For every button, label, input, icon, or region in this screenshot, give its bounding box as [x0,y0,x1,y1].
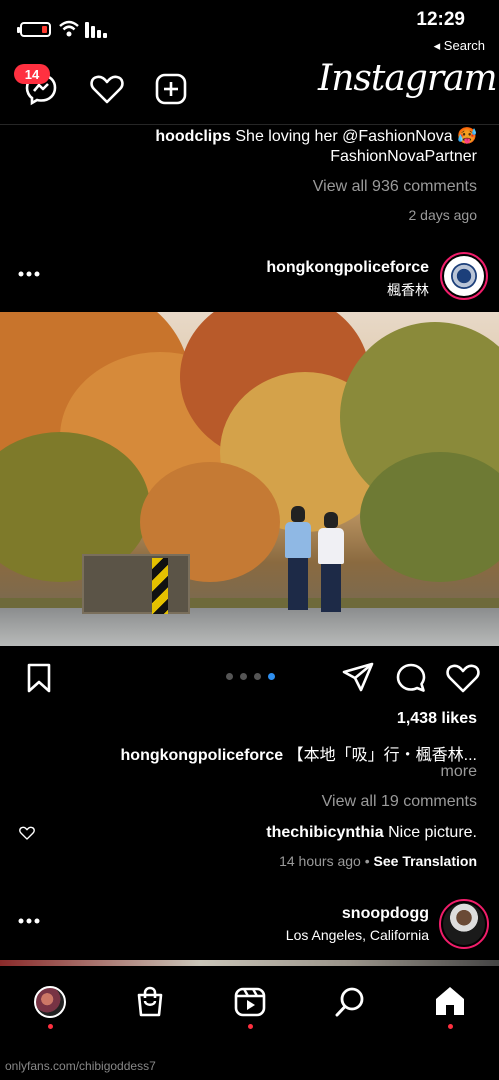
prev-post-caption-user[interactable]: hoodclips [155,128,231,145]
comment-user[interactable]: thechibicynthia [266,824,383,841]
header-divider [0,124,499,125]
wifi-icon [59,20,79,37]
post-meta-row: 14 hours ago • See Translation [279,853,477,869]
see-translation-link[interactable]: See Translation [374,853,477,869]
prev-post-caption: hoodclips She loving her @FashionNova 🥵 [155,126,477,146]
home-notification-dot [448,1024,453,1029]
carousel-dot-active [268,673,275,680]
reels-icon[interactable] [234,987,266,1017]
post-author-avatar[interactable] [440,252,488,300]
save-bookmark-icon[interactable] [26,663,52,693]
profile-notification-dot [48,1024,53,1029]
prev-post-time: 2 days ago [408,207,478,223]
post-photo[interactable] [0,312,499,646]
post-view-comments[interactable]: View all 19 comments [322,793,477,811]
next-post-author-avatar[interactable] [439,899,489,949]
post-caption: hongkongpoliceforce 【本地「吸」行・楓香林... [121,741,477,765]
instagram-logo[interactable]: Instagram [318,58,498,99]
post-caption-more[interactable]: more [441,763,477,781]
officer-figure [285,506,311,610]
post-location[interactable]: 楓香林 [387,280,429,300]
reels-notification-dot [248,1024,253,1029]
comment-text: Nice picture. [388,824,477,841]
shop-bag-icon[interactable] [135,986,165,1018]
post-likes-count[interactable]: 1,438 likes [397,710,477,728]
carousel-dot [240,673,247,680]
messages-count-badge: 14 [14,64,50,84]
battery-icon [17,22,51,37]
search-explore-icon[interactable] [335,987,365,1017]
prev-post-caption-line2: FashionNovaPartner [330,148,477,165]
status-time: 12:29 [416,9,465,30]
share-send-icon[interactable] [342,662,374,692]
next-post-location[interactable]: Los Angeles, California [286,927,429,943]
next-post-username[interactable]: snoopdogg [342,905,429,923]
back-to-search-link[interactable]: ◂ Search [434,38,485,54]
carousel-dot [254,673,261,680]
officer-figure [318,512,344,612]
heart-activity-icon[interactable] [90,74,124,104]
next-post-more-options-icon[interactable] [18,917,40,925]
profile-tab-avatar[interactable] [34,986,66,1018]
prev-post-view-comments[interactable]: View all 936 comments [313,178,477,196]
post-caption-text: 【本地「吸」行・楓香林... [287,747,477,764]
hazard-stripes [152,558,168,614]
cellular-signal-icon [85,22,107,38]
post-username[interactable]: hongkongpoliceforce [266,259,429,277]
carousel-dot [226,673,233,680]
home-icon[interactable] [434,986,466,1016]
prev-post-caption-text: She loving her @FashionNova 🥵 [235,128,477,145]
concrete-barrier [82,554,190,614]
comment-icon[interactable] [395,662,427,694]
new-post-icon[interactable] [155,73,187,105]
police-badge-logo [451,263,477,289]
post-caption-user[interactable]: hongkongpoliceforce [121,747,284,764]
like-heart-icon[interactable] [446,663,480,693]
watermark-text: onlyfans.com/chibigoddess7 [5,1059,156,1073]
comment-like-icon[interactable] [19,826,35,840]
post-time: 14 hours ago [279,853,361,869]
more-options-icon[interactable] [18,270,40,278]
post-comment: thechibicynthia Nice picture. [266,824,477,842]
